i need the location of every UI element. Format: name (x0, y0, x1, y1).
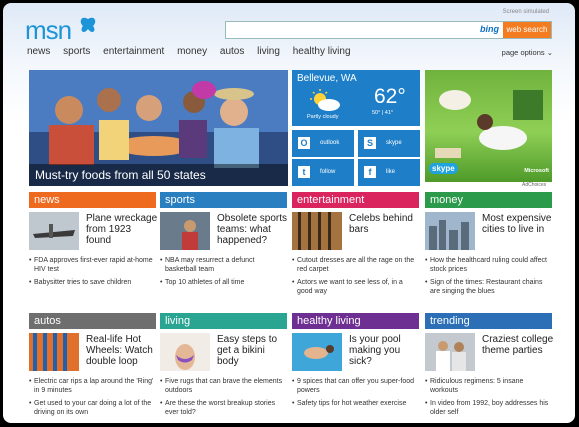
news-thumbnail[interactable] (29, 212, 79, 250)
sports-thumbnail[interactable] (160, 212, 210, 250)
follow-label: follow (320, 169, 336, 175)
web-search-button[interactable]: web search (503, 22, 551, 38)
news-bullet-2[interactable]: Babysitter tries to save children (29, 278, 156, 287)
entertainment-headline[interactable]: Celebs behind bars (349, 213, 421, 235)
money-bullet-2[interactable]: Sign of the times: Restaurant chains are… (425, 278, 552, 296)
living-headline[interactable]: Easy steps to get a bikini body (217, 334, 289, 367)
money-thumbnail[interactable] (425, 212, 475, 250)
trending-headline[interactable]: Craziest college theme parties (482, 334, 554, 356)
section-header-entertainment[interactable]: entertainment (292, 192, 419, 208)
section-living: living Easy steps to get a bikini body F… (160, 313, 287, 423)
weather-tile[interactable]: Bellevue, WA 62° Partly cloudy 50° | 41° (292, 70, 420, 126)
search-box[interactable]: bing web search (225, 21, 552, 39)
section-header-sports[interactable]: sports (160, 192, 287, 208)
sports-bullet-2[interactable]: Top 10 athletes of all time (160, 278, 287, 287)
entertainment-bullet-1[interactable]: Cutout dresses are all the rage on the r… (292, 256, 419, 274)
news-bullet-1[interactable]: FDA approves first-ever rapid at-home HI… (29, 256, 156, 274)
section-sports: sports Obsolete sports teams: what happe… (160, 192, 287, 302)
section-news: news Plane wreckage from 1923 found FDA … (29, 192, 158, 302)
autos-bullet-2[interactable]: Get used to your car doing a lot of the … (29, 399, 156, 417)
healthy-living-bullet-1[interactable]: 9 spices that can offer you super-food p… (292, 377, 419, 395)
msn-logo[interactable]: msn (25, 15, 96, 46)
like-tile[interactable]: f like (358, 159, 420, 186)
weather-range: 50° | 41° (372, 110, 394, 116)
outlook-tile[interactable]: O outlook (292, 130, 354, 157)
outlook-label: outlook (320, 140, 340, 146)
nav-healthy-living[interactable]: healthy living (293, 46, 351, 57)
autos-headline[interactable]: Real-life Hot Wheels: Watch double loop (86, 334, 158, 367)
section-header-news[interactable]: news (29, 192, 156, 208)
weather-condition: Partly cloudy (307, 114, 339, 120)
sports-bullet-1[interactable]: NBA may resurrect a defunct basketball t… (160, 256, 287, 274)
money-bullet-1[interactable]: How the healthcard ruling could affect s… (425, 256, 552, 274)
living-bullet-1[interactable]: Five rugs that can brave the elements ou… (160, 377, 287, 395)
section-money: money Most expensive cities to live in H… (425, 192, 552, 302)
facebook-icon: f (364, 166, 376, 178)
main-nav: news sports entertainment money autos li… (27, 46, 361, 57)
follow-tile[interactable]: t follow (292, 159, 354, 186)
entertainment-thumbnail[interactable] (292, 212, 342, 250)
healthy-living-headline[interactable]: Is your pool making you sick? (349, 334, 421, 367)
outlook-icon: O (298, 137, 310, 149)
nav-autos[interactable]: autos (220, 46, 244, 57)
like-label: like (386, 169, 396, 175)
nav-entertainment[interactable]: entertainment (103, 46, 164, 57)
nav-money[interactable]: money (177, 46, 207, 57)
section-header-autos[interactable]: autos (29, 313, 156, 329)
autos-thumbnail[interactable] (29, 333, 79, 371)
trending-bullet-1[interactable]: Ridiculous regimens: 5 insane workouts (425, 377, 552, 395)
hero-caption: Must-try foods from all 50 states (29, 164, 288, 186)
weather-city: Bellevue, WA (297, 73, 357, 84)
nav-news[interactable]: news (27, 46, 50, 57)
bing-logo: bing (480, 24, 499, 34)
autos-bullet-1[interactable]: Electric car rips a lap around the 'Ring… (29, 377, 156, 395)
butterfly-icon (80, 17, 96, 33)
section-header-money[interactable]: money (425, 192, 552, 208)
entertainment-bullet-2[interactable]: Actors we want to see less of, in a good… (292, 278, 419, 296)
nav-living[interactable]: living (257, 46, 280, 57)
skype-ad[interactable]: skype Microsoft (425, 70, 552, 182)
section-trending: trending Craziest college theme parties … (425, 313, 554, 423)
partly-cloudy-icon (310, 89, 340, 111)
hero-slideshow[interactable]: Must-try foods from all 50 states (29, 70, 288, 186)
nav-sports[interactable]: sports (63, 46, 90, 57)
living-bullet-2[interactable]: Are these the worst breakup stories ever… (160, 399, 287, 417)
sports-headline[interactable]: Obsolete sports teams: what happened? (217, 213, 289, 246)
logo-text: msn (25, 15, 72, 45)
news-headline[interactable]: Plane wreckage from 1923 found (86, 213, 158, 246)
living-thumbnail[interactable] (160, 333, 210, 371)
skype-tile[interactable]: S skype (358, 130, 420, 157)
adchoices-link[interactable]: AdChoices (522, 182, 546, 188)
section-header-living[interactable]: living (160, 313, 287, 329)
skype-label: skype (386, 140, 402, 146)
healthy-living-bullet-2[interactable]: Safety tips for hot weather exercise (292, 399, 419, 408)
page-options-menu[interactable]: page options ⌄ (502, 48, 553, 57)
weather-temp: 62° (374, 85, 406, 108)
trending-bullet-2[interactable]: In video from 1992, boy addresses his ol… (425, 399, 552, 417)
section-entertainment: entertainment Celebs behind bars Cutout … (292, 192, 419, 302)
section-header-trending[interactable]: trending (425, 313, 552, 329)
microsoft-logo: Microsoft (524, 168, 549, 174)
trending-thumbnail[interactable] (425, 333, 475, 371)
healthy-living-thumbnail[interactable] (292, 333, 342, 371)
section-healthy-living: healthy living Is your pool making you s… (292, 313, 419, 423)
screen-simulated-note: Screen simulated (502, 9, 549, 15)
twitter-icon: t (298, 166, 310, 178)
skype-logo: skype (429, 163, 458, 174)
skype-icon: S (364, 137, 376, 149)
section-autos: autos Real-life Hot Wheels: Watch double… (29, 313, 156, 423)
section-header-healthy-living[interactable]: healthy living (292, 313, 419, 329)
money-headline[interactable]: Most expensive cities to live in (482, 213, 554, 235)
msn-homepage: msn Screen simulated bing web search new… (3, 3, 575, 423)
